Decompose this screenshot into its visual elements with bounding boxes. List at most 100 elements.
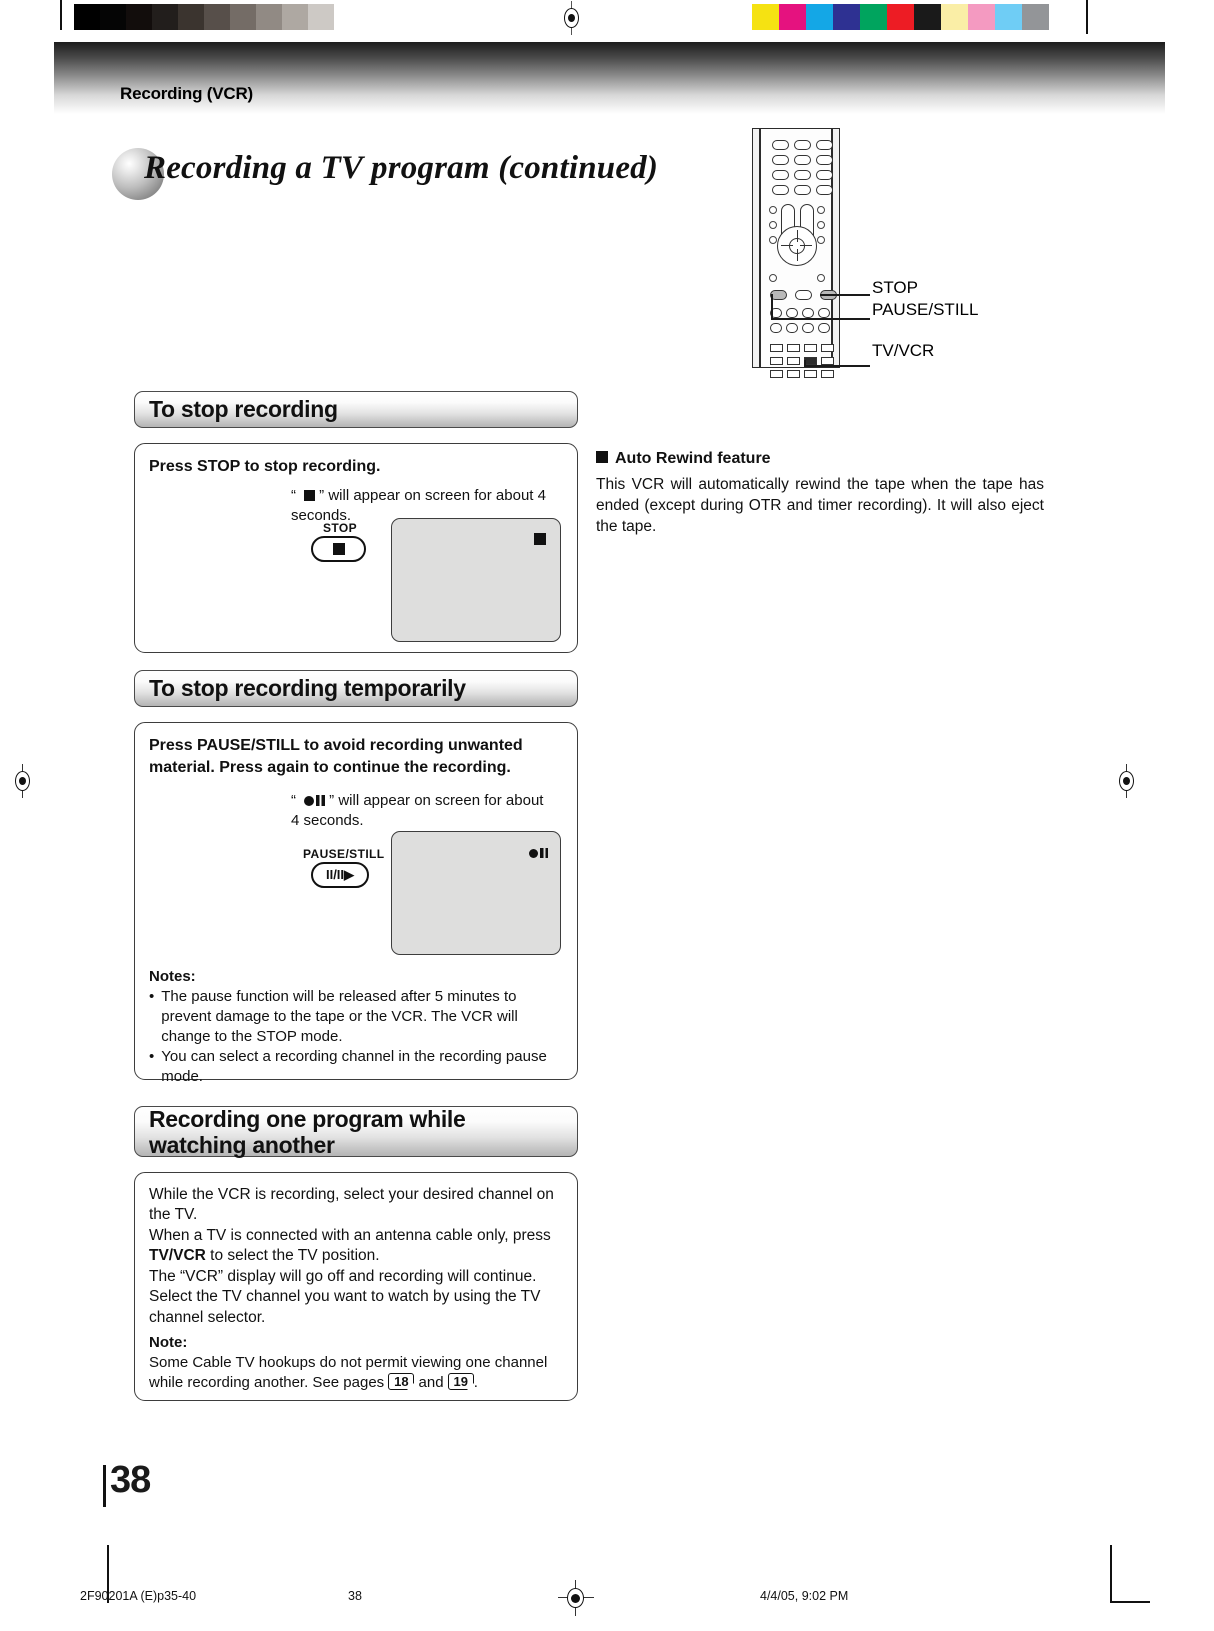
remote-keypad-row-2 [772, 155, 833, 165]
color-swatch-9 [995, 4, 1022, 30]
tv-screen-illustration-stop [391, 518, 561, 642]
leader-line-tvvcr-stub [804, 360, 806, 366]
leader-line-stop [820, 294, 870, 296]
page-reference-18[interactable]: 18 [388, 1372, 415, 1390]
remote-tv-vcr-button [804, 357, 817, 365]
crop-mark-top-left-v [60, 0, 62, 30]
remote-keypad-row-1 [772, 140, 833, 150]
body-line-part-b: to select the TV position. [205, 1247, 380, 1265]
keycap-pause-still-button: II/II▶ [311, 862, 369, 888]
page-title-text: Recording a TV program (continued) [144, 150, 659, 186]
grayscale-swatch-0 [74, 4, 100, 30]
callout-pause-still: PAUSE/STILL [872, 300, 979, 319]
record-pause-icon [304, 792, 326, 809]
section-heading-text: Recording one program while watching ano… [149, 1105, 466, 1159]
body-paragraphs: While the VCR is recording, select your … [149, 1185, 567, 1328]
body-line-with-bold: When a TV is connected with an antenna c… [149, 1226, 567, 1267]
keycap-stop-button [311, 536, 366, 562]
remote-side-button-r1 [817, 206, 825, 214]
registration-target-right-icon [1116, 764, 1138, 798]
page-reference-19[interactable]: 19 [447, 1372, 474, 1390]
color-swatch-8 [968, 4, 995, 30]
section-body-recording-one-program: While the VCR is recording, select your … [134, 1172, 578, 1401]
keycap-label-stop: STOP [323, 521, 358, 535]
remote-left-rail [752, 128, 760, 368]
color-swatch-4 [860, 4, 887, 30]
leader-line-pause-v [771, 294, 773, 320]
footer-registration-target-icon [558, 1580, 594, 1616]
color-swatch-3 [833, 4, 860, 30]
grayscale-swatch-5 [204, 4, 230, 30]
page-number: 38 [110, 1459, 151, 1501]
notes-list: • The pause function will be released af… [149, 987, 569, 1087]
note-text-before: Some Cable TV hookups do not permit view… [149, 1354, 548, 1391]
pause-still-icon: II/II▶ [325, 867, 355, 882]
grayscale-swatch-6 [230, 4, 256, 30]
body-line: While the VCR is recording, select your … [149, 1186, 554, 1224]
color-swatch-5 [887, 4, 914, 30]
grayscale-swatch-8 [282, 4, 308, 30]
color-swatch-10 [1022, 4, 1049, 30]
black-square-bullet-icon [596, 451, 608, 463]
sidebar-heading-text: Auto Rewind feature [615, 450, 771, 467]
grayscale-swatch-2 [126, 4, 152, 30]
remote-side-button-r2 [817, 221, 825, 229]
grayscale-swatch-10 [334, 4, 360, 30]
section-heading-to-stop-recording: To stop recording [134, 391, 578, 428]
leader-line-tvvcr [804, 365, 870, 367]
running-head: Recording (VCR) [120, 84, 254, 103]
remote-side-button-r3 [817, 236, 825, 244]
section-heading-line-1: Recording one program while [149, 1105, 466, 1132]
bullet-icon: • [149, 1048, 155, 1066]
section-heading-line-2: watching another [149, 1131, 335, 1158]
stop-square-icon [332, 543, 345, 555]
crop-mark-top-right-v [1086, 0, 1088, 34]
color-swatch-6 [914, 4, 941, 30]
note-text: You can select a recording channel in th… [161, 1048, 547, 1086]
stop-square-icon [304, 490, 316, 501]
page-number-rule [103, 1465, 106, 1507]
color-calibration-bar [752, 4, 1049, 30]
bullet-icon: • [149, 988, 155, 1005]
section-body-to-stop-recording-temporarily: Press PAUSE/STILL to avoid recording unw… [134, 722, 578, 1085]
remote-lower-row-1 [770, 344, 834, 352]
caption-pause-onscreen: “ ” will appear on screen for about 4 se… [291, 791, 549, 831]
instruction-press-stop: Press STOP to stop recording. [149, 458, 381, 475]
sidebar-auto-rewind: Auto Rewind feature This VCR will automa… [596, 450, 1044, 538]
remote-keypad-row-4 [772, 185, 833, 195]
remote-lower-row-3 [770, 370, 834, 378]
note-text: The pause function will be released afte… [161, 988, 518, 1045]
caption-open-quote: “ [291, 792, 296, 809]
color-swatch-1 [779, 4, 806, 30]
grayscale-swatch-7 [256, 4, 282, 30]
inline-bold-tv-vcr: TV/VCR [149, 1247, 206, 1265]
sidebar-heading: Auto Rewind feature [596, 450, 1044, 468]
list-item: • You can select a recording channel in … [149, 1047, 569, 1087]
grayscale-calibration-bar [74, 4, 360, 30]
grayscale-swatch-9 [308, 4, 334, 30]
remote-side-button-l3 [769, 236, 777, 244]
section-heading-to-stop-recording-temporarily: To stop recording temporarily [134, 670, 578, 707]
body-line: Select the TV channel you want to watch … [149, 1288, 541, 1326]
tv-screen-illustration-pause [391, 831, 561, 955]
crop-mark-bottom-right-v [1110, 1545, 1112, 1603]
body-line-part-a: When a TV is connected with an antenna c… [149, 1226, 551, 1244]
crop-mark-bottom-right-h [1110, 1601, 1150, 1603]
remote-side-button-l1 [769, 206, 777, 214]
caption-open-quote: “ [291, 487, 296, 504]
section-heading-text: To stop recording temporarily [149, 674, 466, 701]
footer-page: 38 [348, 1589, 362, 1603]
remote-function-row-1 [770, 308, 830, 318]
remote-side-button-t2 [817, 274, 825, 282]
note-conjunction: and [418, 1373, 444, 1391]
callout-stop: STOP [872, 278, 918, 297]
print-registration-strip [0, 0, 1214, 35]
footer-job-id: 2F90201A (E)p35-40 [80, 1589, 197, 1603]
list-item: • The pause function will be released af… [149, 987, 569, 1046]
footer-timestamp: 4/4/05, 9:02 PM [760, 1589, 849, 1603]
keycap-label-pause-still: PAUSE/STILL [303, 847, 385, 861]
note-body: Some Cable TV hookups do not permit view… [149, 1353, 571, 1393]
leader-line-pause-h [771, 318, 870, 320]
grayscale-swatch-4 [178, 4, 204, 30]
body-line: The “VCR” display will go off and record… [149, 1267, 537, 1285]
